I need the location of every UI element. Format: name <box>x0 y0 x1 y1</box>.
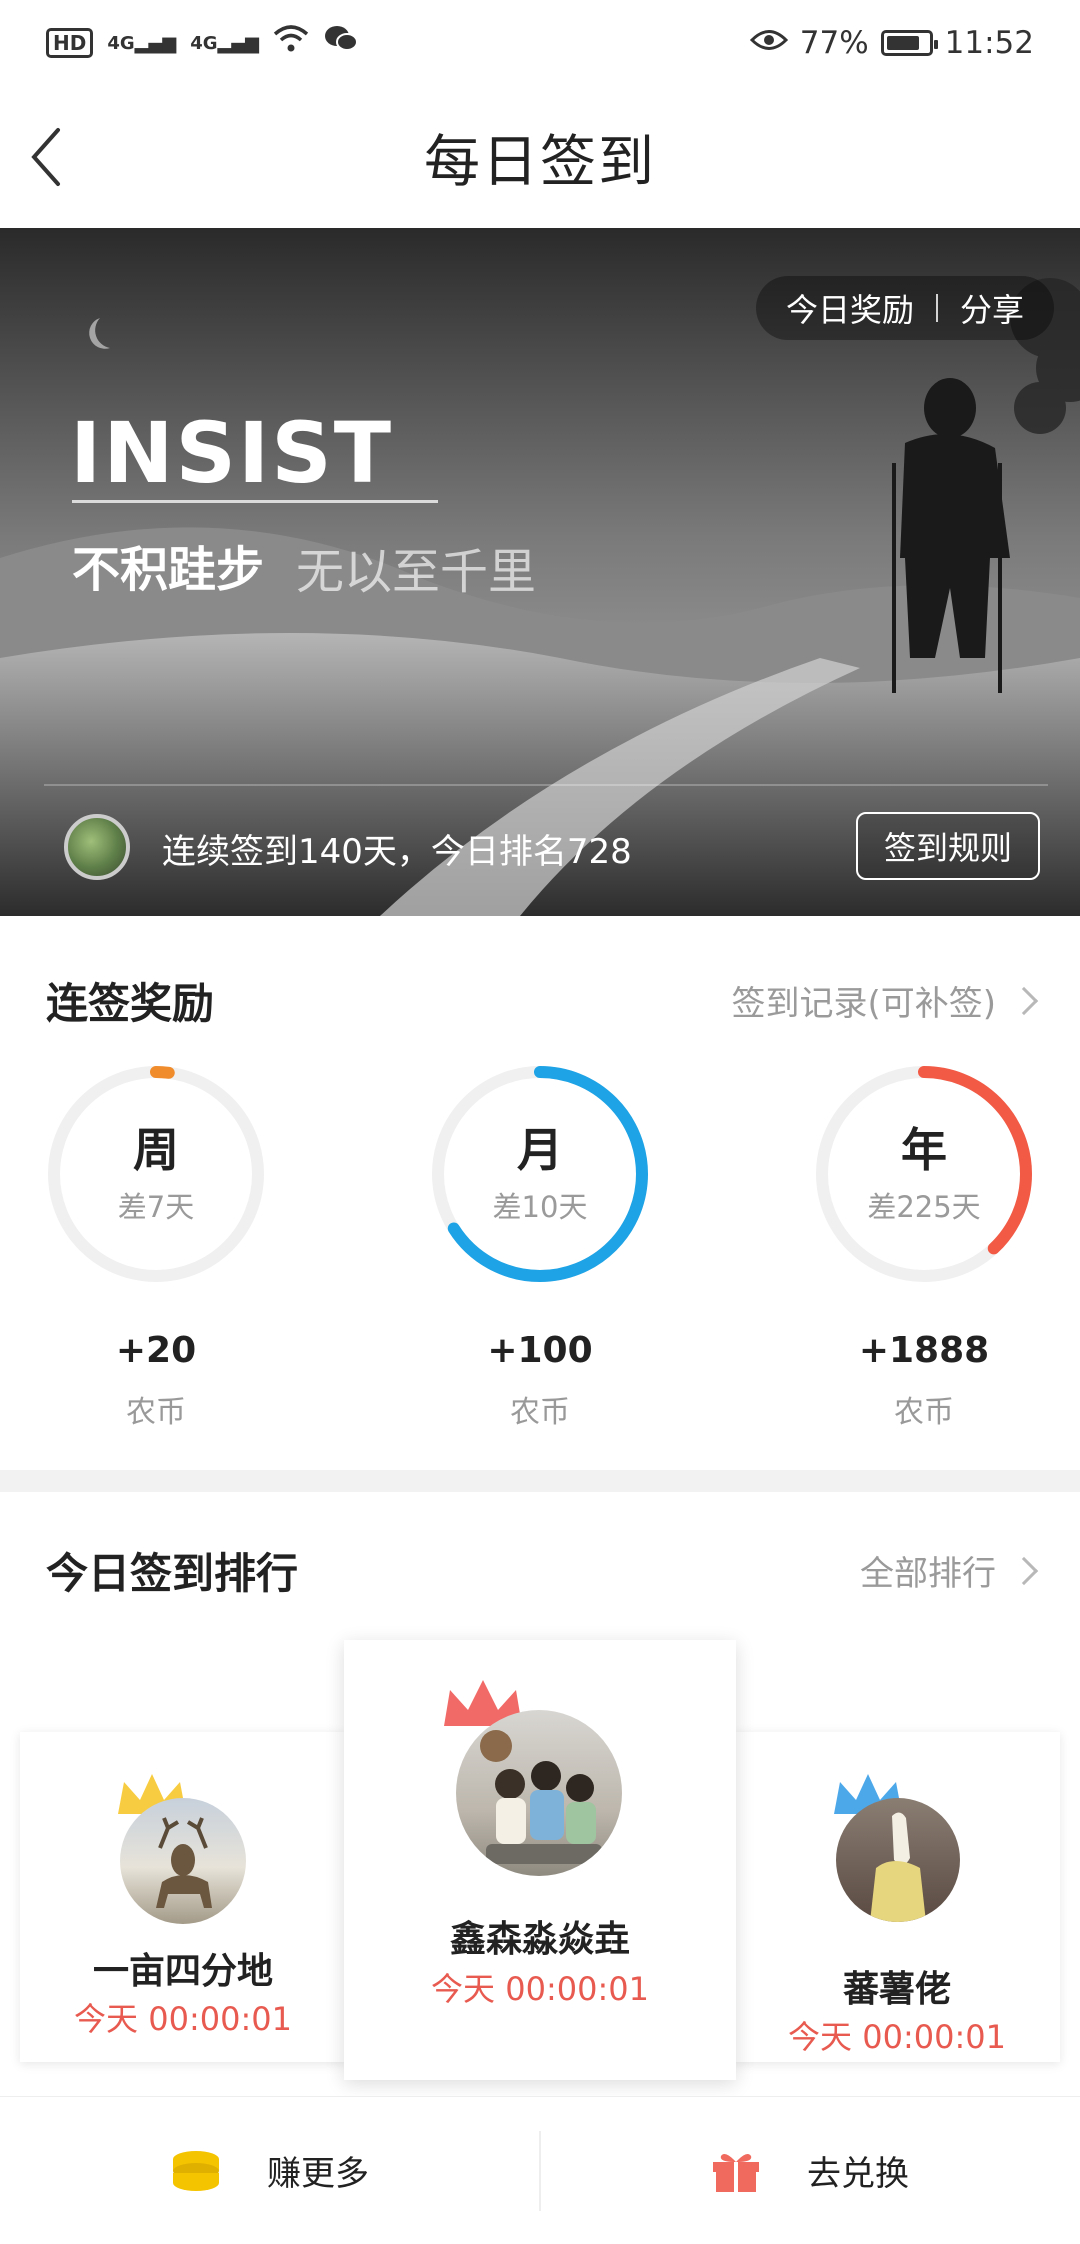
streak-text: 连续签到140天，今日排名728 <box>162 832 632 872</box>
banner-action-pill: 今日奖励 分享 <box>755 276 1054 340</box>
reward-amount-year: +1888 <box>858 1330 990 1371</box>
pill-divider <box>935 294 938 322</box>
hd-badge: HD <box>46 28 94 58</box>
earn-more-button[interactable]: 赚更多 <box>0 2097 540 2244</box>
nav-bar: 每日签到 <box>0 86 1080 228</box>
chevron-right-icon <box>1009 986 1039 1015</box>
rank-card-3[interactable]: 蕃薯佬 今天 00:00:01 <box>734 1732 1060 2062</box>
remaining-month: 差10天 <box>492 1190 588 1224</box>
remaining-week: 差7天 <box>117 1190 195 1224</box>
reward-month[interactable]: 月 差10天 +100 农币 <box>428 1062 652 1431</box>
checkin-record-label: 签到记录(可补签) <box>731 984 996 1024</box>
exchange-button[interactable]: 去兑换 <box>540 2097 1080 2244</box>
progress-ring-week: 周 差7天 <box>44 1062 268 1286</box>
username-rank-2: 一亩四分地 <box>92 1951 273 1992</box>
user-avatar-rank-1 <box>456 1710 622 1876</box>
wifi-icon <box>273 24 309 62</box>
username-rank-3: 蕃薯佬 <box>842 1969 951 2010</box>
period-month: 月 <box>517 1123 563 1177</box>
progress-ring-month: 月 差10天 <box>428 1062 652 1286</box>
earn-more-label: 赚更多 <box>267 2154 369 2194</box>
checkin-time-rank-2: 今天 00:00:01 <box>74 2000 292 2038</box>
user-avatar-rank-3 <box>836 1798 960 1922</box>
user-avatar-rank-2 <box>120 1798 246 1924</box>
net1-label: 4G <box>107 32 135 54</box>
share-link[interactable]: 分享 <box>960 285 1024 331</box>
reward-unit-week: 农币 <box>126 1395 186 1430</box>
rank-card-2[interactable]: 一亩四分地 今天 00:00:01 <box>20 1732 346 2062</box>
sim2-signal-icon: 4G▂▄▆ <box>190 32 260 54</box>
banner-divider <box>44 784 1048 786</box>
reward-week[interactable]: 周 差7天 +20 农币 <box>44 1062 268 1431</box>
streak-rewards-title: 连签奖励 <box>46 979 215 1028</box>
chevron-right-icon <box>1009 1556 1039 1585</box>
user-avatar[interactable] <box>64 814 130 880</box>
reward-unit-year: 农币 <box>894 1395 954 1430</box>
today-reward-link[interactable]: 今日奖励 <box>786 285 914 331</box>
reward-unit-month: 农币 <box>510 1395 570 1430</box>
status-left: HD 4G▂▄▆ 4G▂▄▆ <box>46 24 359 62</box>
battery-percent: 77% <box>799 25 869 61</box>
exchange-label: 去兑换 <box>807 2154 909 2194</box>
progress-ring-year: 年 差225天 <box>812 1062 1036 1286</box>
all-ranking-label: 全部排行 <box>860 1554 996 1594</box>
coins-stack-icon <box>173 2150 219 2191</box>
sim1-signal-icon: 4G▂▄▆ <box>107 32 177 54</box>
status-bar: HD 4G▂▄▆ 4G▂▄▆ 77% 11:52 <box>0 0 1080 86</box>
motto-bold: 不积跬步 <box>72 542 265 598</box>
checkin-time-rank-3: 今天 00:00:01 <box>788 2018 1006 2056</box>
headline-underline <box>72 500 438 503</box>
ranking-title: 今日签到排行 <box>46 1549 299 1598</box>
motto-light: 无以至千里 <box>296 544 537 600</box>
period-week: 周 <box>133 1123 179 1177</box>
checkin-rules-button[interactable]: 签到规则 <box>856 812 1040 880</box>
clock: 11:52 <box>944 25 1034 61</box>
eye-icon <box>749 25 788 61</box>
banner: 今日奖励 分享 INSIST 不积跬步 无以至千里 连续签到140天，今日排名7… <box>0 228 1080 916</box>
gift-icon <box>713 2153 759 2192</box>
reward-amount-month: +100 <box>487 1330 593 1371</box>
back-arrow-icon <box>31 128 60 186</box>
period-year: 年 <box>901 1123 947 1177</box>
remaining-year: 差225天 <box>867 1190 981 1224</box>
wechat-icon <box>323 24 359 62</box>
status-right: 77% 11:52 <box>749 25 1034 61</box>
section-divider <box>0 1470 1080 1492</box>
net2-label: 4G <box>190 32 218 54</box>
battery-icon <box>880 30 938 56</box>
back-button[interactable] <box>22 122 92 192</box>
daily-ranking-section: 今日签到排行 全部排行 一亩四分地 今天 00:00:01 蕃薯佬 今天 00:… <box>0 1492 1080 2080</box>
checkin-time-rank-1: 今天 00:00:01 <box>431 1970 649 2008</box>
reward-amount-week: +20 <box>115 1330 197 1371</box>
rank-card-1[interactable]: 鑫森淼焱垚 今天 00:00:01 <box>344 1640 736 2080</box>
reward-year[interactable]: 年 差225天 +1888 农币 <box>812 1062 1036 1431</box>
all-ranking-link[interactable]: 全部排行 <box>860 1546 1039 1595</box>
page-title: 每日签到 <box>424 129 656 195</box>
username-rank-1: 鑫森淼焱垚 <box>449 1919 630 1960</box>
streak-rewards-section: 连签奖励 签到记录(可补签) 周 差7天 +20 农币 月 差10天 +100 … <box>0 916 1080 1470</box>
bottom-bar: 赚更多 去兑换 <box>0 2096 1080 2244</box>
checkin-record-link[interactable]: 签到记录(可补签) <box>731 976 1039 1025</box>
banner-headline: INSIST <box>70 404 394 502</box>
